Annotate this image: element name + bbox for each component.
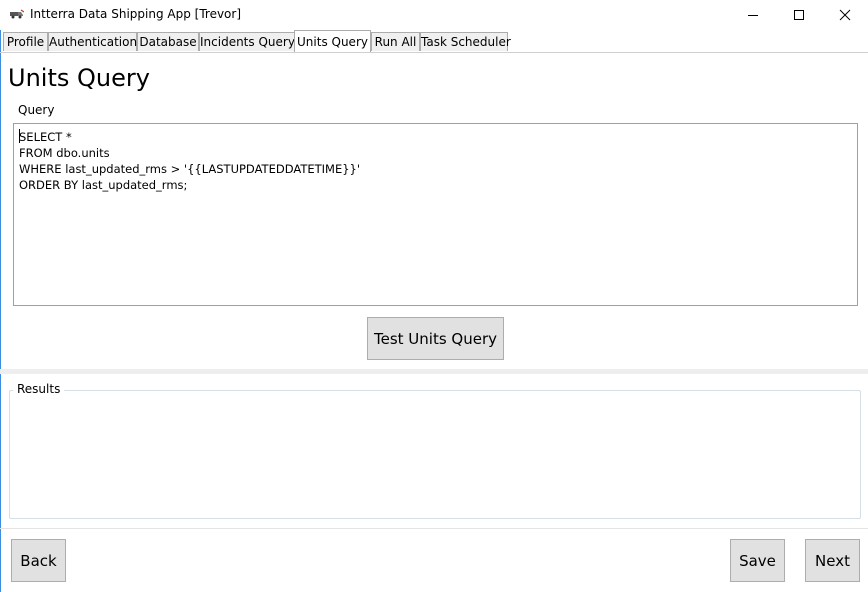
section-separator — [0, 369, 868, 374]
next-button[interactable]: Next — [805, 539, 860, 582]
back-button[interactable]: Back — [11, 539, 66, 582]
tab-run-all[interactable]: Run All — [371, 32, 420, 51]
tab-profile[interactable]: Profile — [3, 32, 48, 51]
maximize-button[interactable] — [776, 0, 822, 30]
window-border — [0, 30, 1, 592]
query-textarea[interactable]: SELECT * FROM dbo.units WHERE last_updat… — [13, 123, 858, 306]
query-text: SELECT * FROM dbo.units WHERE last_updat… — [19, 130, 361, 192]
test-units-query-button[interactable]: Test Units Query — [367, 317, 504, 360]
close-button[interactable] — [822, 0, 868, 30]
tab-task-scheduler[interactable]: Task Scheduler — [420, 32, 511, 51]
minimize-button[interactable] — [730, 0, 776, 30]
maximize-icon — [794, 10, 804, 20]
save-button[interactable]: Save — [730, 539, 785, 582]
tab-strip: Profile Authentication Database Incident… — [0, 30, 868, 53]
window-title: Intterra Data Shipping App [Trevor] — [30, 7, 242, 21]
tab-authentication[interactable]: Authentication — [48, 32, 137, 51]
title-bar: Intterra Data Shipping App [Trevor] — [0, 0, 868, 30]
text-caret — [19, 129, 20, 143]
tab-database[interactable]: Database — [137, 32, 199, 51]
page-title: Units Query — [8, 64, 150, 92]
tab-units-query[interactable]: Units Query — [294, 30, 371, 52]
close-icon — [839, 9, 851, 21]
minimize-icon — [748, 15, 758, 16]
tab-incidents-query[interactable]: Incidents Query — [199, 32, 295, 51]
results-label: Results — [13, 382, 65, 396]
results-panel — [9, 390, 861, 519]
query-label: Query — [18, 103, 55, 117]
truck-icon — [10, 9, 24, 19]
footer-divider — [0, 528, 868, 529]
